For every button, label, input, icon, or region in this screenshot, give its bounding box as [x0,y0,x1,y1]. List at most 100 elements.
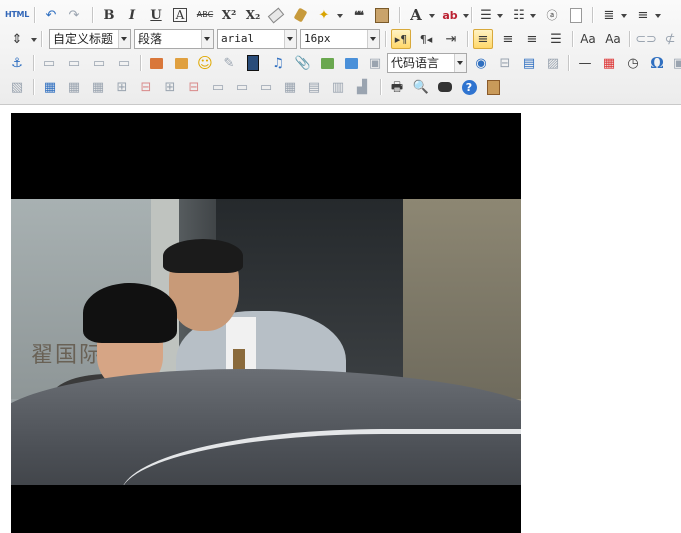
source-html-button[interactable]: HTML [5,5,29,25]
align-left-button[interactable]: ≡ [473,29,493,49]
font-border-button[interactable]: A [170,5,190,25]
superscript-button[interactable]: X² [219,5,239,25]
insert-time-icon[interactable]: ◷ [623,53,643,73]
font-color-dropdown-caret[interactable] [429,14,435,18]
italic-button[interactable]: I [122,5,142,25]
paste-text-icon[interactable] [372,5,392,25]
image-right-icon[interactable]: ▭ [89,53,109,73]
chart-icon[interactable]: ▟ [352,77,372,97]
ordered-list-dropdown-caret[interactable] [497,14,503,18]
background-icon[interactable]: ▨ [543,53,563,73]
insert-image-icon[interactable] [171,53,191,73]
format-brush-icon[interactable] [290,5,310,25]
unordered-list-icon[interactable]: ☷ [509,5,529,25]
chevron-down-icon [118,30,130,48]
font-size-select[interactable]: 16px [300,29,380,49]
highlight-dropdown-caret[interactable] [463,14,469,18]
align-justify-icon[interactable]: ☰ [546,29,566,49]
embedded-video[interactable]: 翟国际 [11,113,521,533]
simple-upload-icon[interactable] [146,53,166,73]
preview-icon[interactable]: 🔍 [411,77,431,97]
unordered-list-dropdown-caret[interactable] [530,14,536,18]
custom-heading-select[interactable]: 自定义标题 [49,29,131,49]
paragraph-format-select[interactable]: 段落 [134,29,214,49]
undo-icon[interactable]: ↶ [41,5,61,25]
music-icon[interactable]: ♫ [268,53,288,73]
split-to-cols-icon[interactable]: ▥ [328,77,348,97]
select-all-icon[interactable]: ⓐ [542,5,562,25]
row-spacing-dropdown-caret[interactable] [621,14,627,18]
print-icon[interactable]: 🖶 [387,77,407,97]
lowercase-icon[interactable]: Aa [603,29,623,49]
delete-table-icon[interactable]: ▦ [64,77,84,97]
merge-down-icon[interactable]: ▭ [256,77,276,97]
insert-table-icon[interactable]: ▦ [40,77,60,97]
underline-button[interactable]: U [146,5,166,25]
strikethrough-button[interactable]: ABC [195,5,215,25]
map-icon[interactable] [317,53,337,73]
delete-col-icon[interactable]: ⊟ [184,77,204,97]
font-family-select[interactable]: arial [217,29,297,49]
merge-cells-icon[interactable]: ▭ [208,77,228,97]
align-right-icon[interactable]: ≡ [522,29,542,49]
blockquote-button[interactable]: ❝❝ [348,5,368,25]
merge-right-icon[interactable]: ▭ [232,77,252,97]
help-icon[interactable]: ? [459,77,479,97]
insert-paragraph-before-table-icon[interactable]: ▦ [88,77,108,97]
editor-toolbar: HTML ↶ ↷ B I U A ABC X² X₂ ✦ ❝❝ A ab ☰ ☷… [0,0,681,105]
unlink-icon[interactable]: ⊄ [660,29,680,49]
image-none-icon[interactable]: ▭ [39,53,59,73]
ordered-list-icon[interactable]: ☰ [476,5,496,25]
auto-format-icon[interactable]: ✦ [314,5,334,25]
subscript-button[interactable]: X₂ [243,5,263,25]
editor-content-area[interactable]: 翟国际 [0,105,681,533]
line-height-icon[interactable]: ≡ [633,5,653,25]
insert-video-icon[interactable] [243,53,263,73]
separator [33,79,35,95]
indent-icon[interactable]: ⇥ [441,29,461,49]
highlight-color-button[interactable]: ab [440,5,460,25]
search-binoculars-icon[interactable] [435,77,455,97]
insert-frame-icon[interactable]: ▣ [365,53,385,73]
separator [385,31,387,47]
link-icon[interactable]: ⊂⊃ [635,29,657,49]
rtl-direction-button[interactable]: ¶◂ [416,29,436,49]
search-replace-icon[interactable]: ▧ [7,77,27,97]
anchor-icon[interactable]: ⚓ [7,53,27,73]
split-to-cells-icon[interactable]: ▦ [280,77,300,97]
uppercase-icon[interactable]: Aa [578,29,598,49]
eraser-icon[interactable] [266,5,286,25]
clear-doc-icon[interactable] [566,5,586,25]
bold-button[interactable]: B [99,5,119,25]
image-left-icon[interactable]: ▭ [64,53,84,73]
auto-format-dropdown-caret[interactable] [337,14,343,18]
special-char-icon[interactable]: Ω [647,53,667,73]
ltr-direction-button[interactable]: ▸¶ [391,29,411,49]
delete-row-icon[interactable]: ⊟ [136,77,156,97]
image-center-icon[interactable]: ▭ [114,53,134,73]
insert-date-icon[interactable]: ▦ [599,53,619,73]
gmap-icon[interactable] [341,53,361,73]
line-height-dropdown-caret[interactable] [655,14,661,18]
align-center-icon[interactable]: ≡ [498,29,518,49]
separator [467,31,469,47]
template-icon[interactable]: ▤ [519,53,539,73]
code-language-select[interactable]: 代码语言 [387,53,467,73]
horizontal-rule-icon[interactable]: — [575,53,595,73]
separator [34,7,36,23]
insert-row-icon[interactable]: ⊞ [112,77,132,97]
attachment-icon[interactable]: 📎 [293,53,313,73]
emotion-icon[interactable]: ☺ [195,53,215,73]
row-spacing-icon[interactable]: ≣ [599,5,619,25]
indent-spacing-icon[interactable]: ⇕ [7,29,27,49]
word-image-icon[interactable]: ▣ [669,53,681,73]
font-color-button[interactable]: A [406,5,426,25]
web-app-icon[interactable]: ◉ [471,53,491,73]
drafts-icon[interactable] [483,77,503,97]
indent-spacing-dropdown-caret[interactable] [31,38,37,42]
insert-col-icon[interactable]: ⊞ [160,77,180,97]
split-to-rows-icon[interactable]: ▤ [304,77,324,97]
scrawl-icon[interactable]: ✎ [219,53,239,73]
page-break-icon[interactable]: ⊟ [495,53,515,73]
redo-icon[interactable]: ↷ [64,5,84,25]
